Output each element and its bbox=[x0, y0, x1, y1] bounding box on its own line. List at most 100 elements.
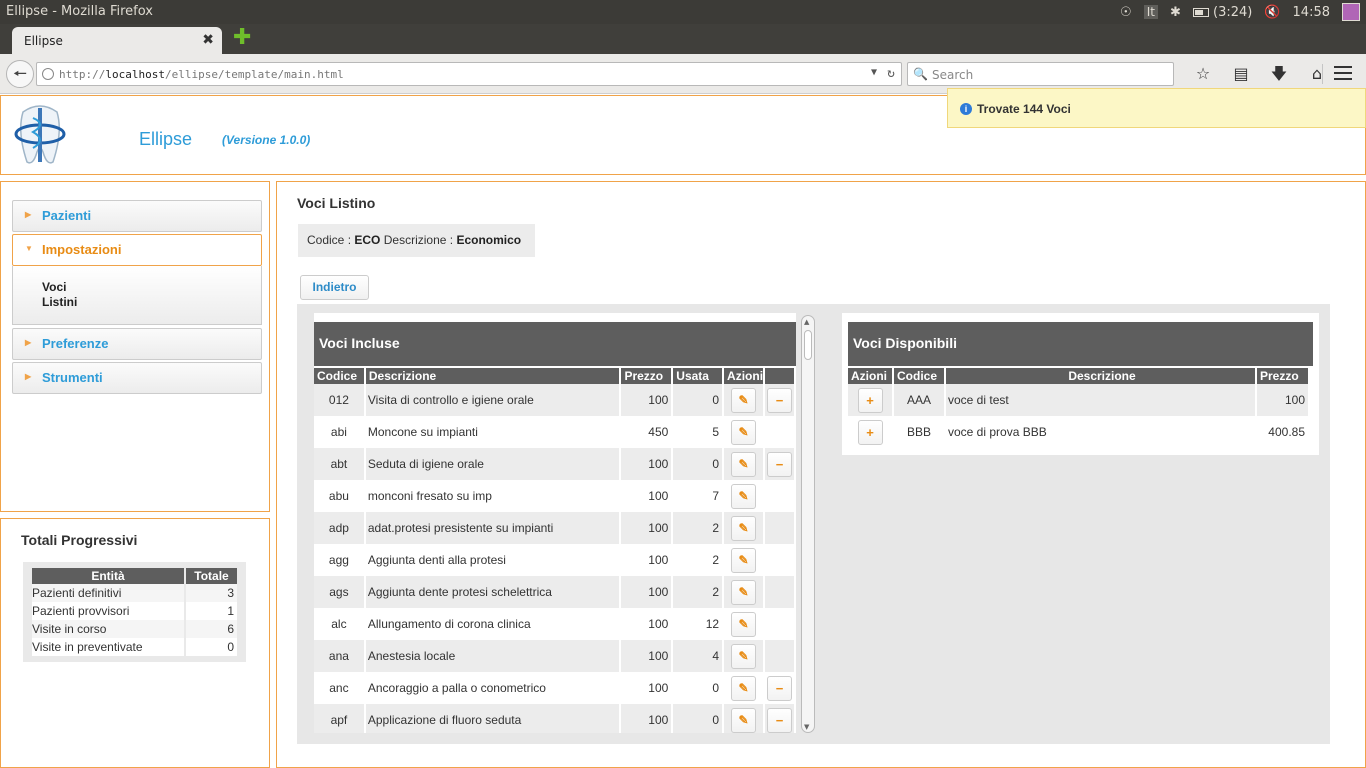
pencil-icon[interactable]: ✎ bbox=[731, 675, 757, 701]
table-row: Visite in preventivate 0 bbox=[32, 638, 237, 656]
code-cell: BBB bbox=[894, 416, 944, 448]
minus-icon[interactable]: − bbox=[767, 451, 793, 477]
pencil-icon[interactable]: ✎ bbox=[731, 515, 757, 541]
description-cell: Anestesia locale bbox=[365, 640, 620, 672]
downloads-icon[interactable]: 🡇 bbox=[1260, 62, 1298, 86]
bluetooth-icon[interactable]: ✱ bbox=[1170, 5, 1181, 20]
triangle-right-icon: ▶ bbox=[25, 210, 32, 219]
entity-cell: Pazienti provvisori bbox=[32, 602, 184, 620]
scroll-thumb[interactable] bbox=[804, 330, 812, 360]
globe-icon bbox=[42, 68, 54, 80]
price-cell: 100 bbox=[1257, 384, 1308, 416]
pencil-icon[interactable]: ✎ bbox=[731, 579, 757, 605]
keyboard-layout-indicator[interactable]: It bbox=[1143, 5, 1158, 19]
table-row: Pazienti definitivi 3 bbox=[32, 584, 237, 602]
reload-icon[interactable]: ↻ bbox=[887, 66, 895, 81]
used-cell: 2 bbox=[673, 512, 723, 544]
new-tab-button[interactable]: ✚ bbox=[233, 27, 253, 49]
back-button[interactable]: 🠔 bbox=[6, 60, 34, 88]
table-row: + AAA voce di test 100 bbox=[848, 384, 1308, 416]
panel-title: Voci Disponibili bbox=[848, 322, 1313, 366]
os-top-panel: Ellipse - Mozilla Firefox ☉ It ✱ (3:24) … bbox=[0, 0, 1366, 24]
bookmark-star-icon[interactable]: ☆ bbox=[1184, 62, 1222, 86]
pencil-icon[interactable]: ✎ bbox=[731, 419, 757, 445]
sidebar-item-impostazioni[interactable]: ▼ Impostazioni bbox=[12, 234, 262, 266]
minus-icon[interactable]: − bbox=[767, 387, 793, 413]
price-cell: 100 bbox=[621, 640, 672, 672]
battery-indicator[interactable]: (3:24) bbox=[1192, 4, 1253, 20]
volume-muted-icon[interactable]: 🔇 bbox=[1264, 5, 1280, 20]
remove-cell bbox=[765, 576, 794, 608]
network-icon[interactable]: ☉ bbox=[1120, 5, 1132, 20]
entity-cell: Pazienti definitivi bbox=[32, 584, 184, 602]
used-cell: 7 bbox=[673, 480, 723, 512]
battery-time: (3:24) bbox=[1213, 4, 1253, 20]
used-cell: 2 bbox=[673, 576, 723, 608]
included-scrollbar[interactable]: ▲ ▼ bbox=[801, 315, 815, 733]
table-row: adp adat.protesi presistente su impianti… bbox=[314, 512, 794, 544]
sidebar-item-strumenti[interactable]: ▶ Strumenti bbox=[12, 362, 262, 394]
price-cell: 100 bbox=[621, 608, 672, 640]
triangle-right-icon: ▶ bbox=[25, 372, 32, 381]
used-cell: 12 bbox=[673, 608, 723, 640]
price-cell: 100 bbox=[621, 384, 672, 416]
indietro-button[interactable]: Indietro bbox=[300, 275, 369, 300]
submenu-item-listini[interactable]: Listini bbox=[42, 295, 261, 310]
close-tab-icon[interactable]: ✖ bbox=[202, 32, 214, 48]
sidebar: ▶ Pazienti ▼ Impostazioni Voci Listini ▶… bbox=[0, 181, 270, 512]
reading-list-icon[interactable]: ▤ bbox=[1222, 62, 1260, 86]
pencil-icon[interactable]: ✎ bbox=[731, 451, 757, 477]
session-menu-icon[interactable] bbox=[1342, 3, 1360, 21]
description-cell: Ancoraggio a palla o conometrico bbox=[365, 672, 620, 704]
history-dropdown-icon[interactable]: ▼ bbox=[871, 67, 877, 78]
edit-cell: ✎ bbox=[724, 704, 764, 733]
remove-cell: − bbox=[765, 384, 794, 416]
pencil-icon[interactable]: ✎ bbox=[731, 643, 757, 669]
minus-icon[interactable]: − bbox=[767, 707, 793, 733]
description-cell: adat.protesi presistente su impianti bbox=[365, 512, 620, 544]
code-cell: abu bbox=[314, 480, 364, 512]
code-value: ECO bbox=[354, 233, 381, 247]
description-label: Descrizione : bbox=[383, 233, 454, 247]
entity-cell: Visite in preventivate bbox=[32, 638, 184, 656]
available-items-table: Azioni Codice Descrizione Prezzo + AAA v… bbox=[846, 366, 1310, 448]
pencil-icon[interactable]: ✎ bbox=[731, 483, 757, 509]
scroll-down-icon[interactable]: ▼ bbox=[804, 723, 809, 731]
table-row: ags Aggiunta dente protesi schelettrica … bbox=[314, 576, 794, 608]
code-cell: 012 bbox=[314, 384, 364, 416]
plus-icon[interactable]: + bbox=[857, 419, 883, 445]
browser-tab[interactable]: Ellipse ✖ bbox=[12, 27, 222, 54]
pencil-icon[interactable]: ✎ bbox=[731, 387, 757, 413]
tab-strip: Ellipse ✖ ✚ bbox=[0, 24, 1366, 54]
impostazioni-submenu: Voci Listini bbox=[12, 266, 262, 325]
clock[interactable]: 14:58 bbox=[1293, 5, 1330, 20]
edit-cell: ✎ bbox=[724, 512, 764, 544]
minus-icon[interactable]: − bbox=[767, 675, 793, 701]
app-version: (Versione 1.0.0) bbox=[222, 133, 311, 147]
home-icon[interactable]: ⌂ bbox=[1298, 62, 1336, 86]
entity-cell: Visite in corso bbox=[32, 620, 184, 638]
price-cell: 100 bbox=[621, 544, 672, 576]
triangle-down-icon: ▼ bbox=[25, 244, 33, 253]
pencil-icon[interactable]: ✎ bbox=[731, 611, 757, 637]
sidebar-item-label: Impostazioni bbox=[42, 242, 122, 257]
url-bar[interactable]: http://localhost/ellipse/template/main.h… bbox=[36, 62, 902, 86]
code-cell: agg bbox=[314, 544, 364, 576]
sidebar-item-label: Preferenze bbox=[42, 336, 109, 351]
remove-cell bbox=[765, 480, 794, 512]
search-input[interactable]: 🔍 Search bbox=[907, 62, 1174, 86]
pencil-icon[interactable]: ✎ bbox=[731, 547, 757, 573]
plus-icon[interactable]: + bbox=[857, 387, 883, 413]
column-header: Totale bbox=[186, 568, 237, 584]
sidebar-item-pazienti[interactable]: ▶ Pazienti bbox=[12, 200, 262, 232]
system-tray: ☉ It ✱ (3:24) 🔇 14:58 bbox=[1120, 0, 1366, 24]
scroll-up-icon[interactable]: ▲ bbox=[804, 318, 809, 326]
code-label: Codice : bbox=[307, 233, 352, 247]
pencil-icon[interactable]: ✎ bbox=[731, 707, 757, 733]
remove-cell bbox=[765, 544, 794, 576]
sidebar-item-preferenze[interactable]: ▶ Preferenze bbox=[12, 328, 262, 360]
hamburger-menu-icon[interactable] bbox=[1334, 66, 1352, 84]
used-cell: 0 bbox=[673, 672, 723, 704]
submenu-item-voci[interactable]: Voci bbox=[42, 280, 261, 295]
remove-cell: − bbox=[765, 672, 794, 704]
